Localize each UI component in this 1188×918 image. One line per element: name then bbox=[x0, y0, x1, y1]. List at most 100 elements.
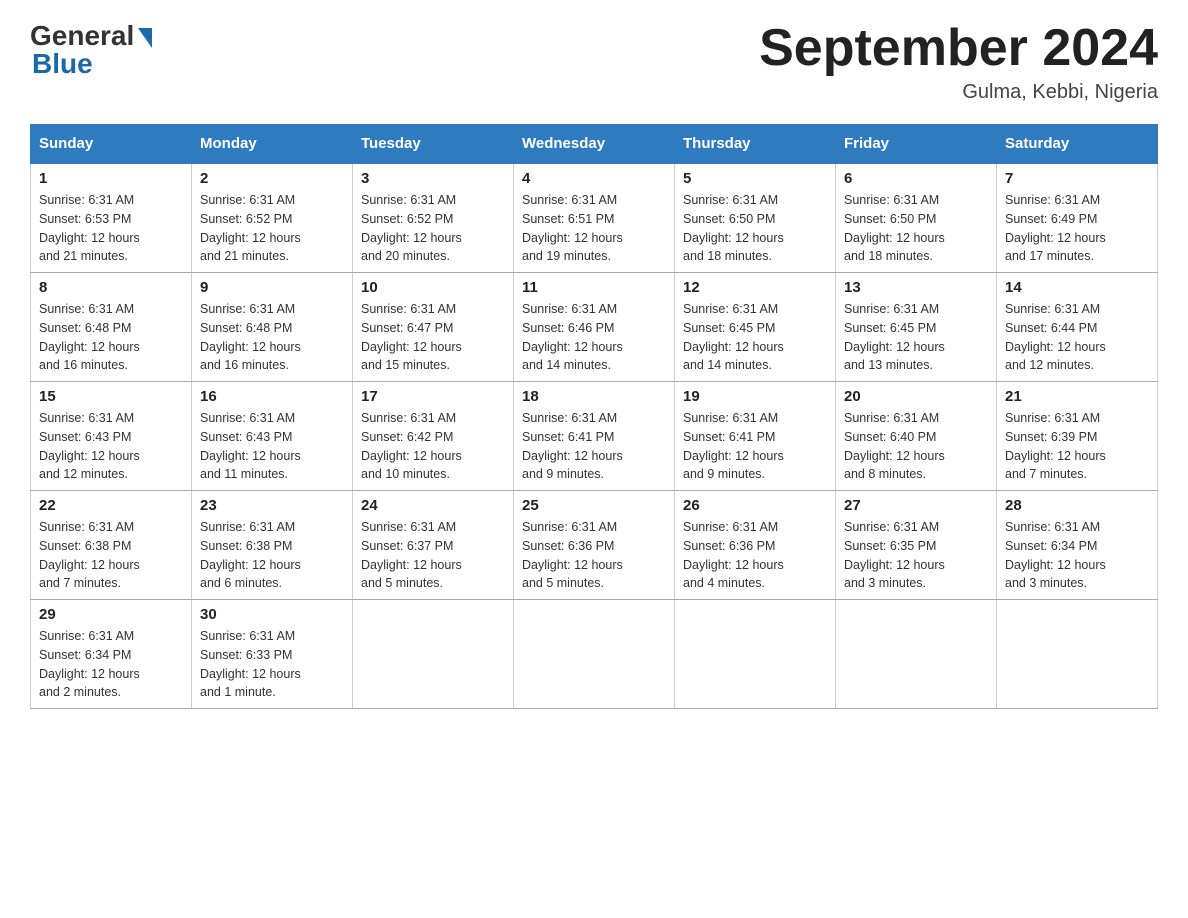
day-info: Sunrise: 6:31 AMSunset: 6:48 PMDaylight:… bbox=[200, 300, 344, 375]
day-number: 15 bbox=[39, 388, 183, 405]
day-info: Sunrise: 6:31 AMSunset: 6:50 PMDaylight:… bbox=[683, 191, 827, 266]
calendar-table: SundayMondayTuesdayWednesdayThursdayFrid… bbox=[30, 124, 1158, 709]
calendar-cell: 14Sunrise: 6:31 AMSunset: 6:44 PMDayligh… bbox=[997, 273, 1158, 382]
calendar-week-row: 29 Sunrise: 6:31 AMSunset: 6:34 PMDayligh… bbox=[31, 600, 1158, 709]
day-info: Sunrise: 6:31 AMSunset: 6:37 PMDaylight:… bbox=[361, 518, 505, 593]
day-info: Sunrise: 6:31 AMSunset: 6:39 PMDaylight:… bbox=[1005, 409, 1149, 484]
location-subtitle: Gulma, Kebbi, Nigeria bbox=[759, 81, 1158, 104]
page-header: General Blue September 2024 Gulma, Kebbi… bbox=[30, 20, 1158, 104]
day-number: 2 bbox=[200, 170, 344, 187]
weekday-header-row: SundayMondayTuesdayWednesdayThursdayFrid… bbox=[31, 125, 1158, 164]
day-number: 5 bbox=[683, 170, 827, 187]
weekday-header-saturday: Saturday bbox=[997, 125, 1158, 164]
calendar-cell: 17 Sunrise: 6:31 AMSunset: 6:42 PMDayligh… bbox=[353, 382, 514, 491]
day-info: Sunrise: 6:31 AMSunset: 6:34 PMDaylight:… bbox=[1005, 518, 1149, 593]
day-number: 16 bbox=[200, 388, 344, 405]
calendar-cell: 27 Sunrise: 6:31 AMSunset: 6:35 PMDayligh… bbox=[836, 491, 997, 600]
calendar-cell bbox=[514, 600, 675, 709]
day-info: Sunrise: 6:31 AMSunset: 6:42 PMDaylight:… bbox=[361, 409, 505, 484]
weekday-header-tuesday: Tuesday bbox=[353, 125, 514, 164]
calendar-cell: 16 Sunrise: 6:31 AMSunset: 6:43 PMDayligh… bbox=[192, 382, 353, 491]
day-info: Sunrise: 6:31 AMSunset: 6:49 PMDaylight:… bbox=[1005, 191, 1149, 266]
calendar-cell: 29 Sunrise: 6:31 AMSunset: 6:34 PMDayligh… bbox=[31, 600, 192, 709]
calendar-cell: 5 Sunrise: 6:31 AMSunset: 6:50 PMDaylight… bbox=[675, 163, 836, 273]
title-section: September 2024 Gulma, Kebbi, Nigeria bbox=[759, 20, 1158, 104]
day-number: 11 bbox=[522, 279, 666, 296]
day-info: Sunrise: 6:31 AMSunset: 6:53 PMDaylight:… bbox=[39, 191, 183, 266]
logo-blue-text: Blue bbox=[30, 48, 93, 80]
weekday-header-thursday: Thursday bbox=[675, 125, 836, 164]
calendar-cell: 19 Sunrise: 6:31 AMSunset: 6:41 PMDayligh… bbox=[675, 382, 836, 491]
day-info: Sunrise: 6:31 AMSunset: 6:41 PMDaylight:… bbox=[683, 409, 827, 484]
day-number: 27 bbox=[844, 497, 988, 514]
day-number: 25 bbox=[522, 497, 666, 514]
weekday-header-wednesday: Wednesday bbox=[514, 125, 675, 164]
day-number: 8 bbox=[39, 279, 183, 296]
day-info: Sunrise: 6:31 AMSunset: 6:38 PMDaylight:… bbox=[200, 518, 344, 593]
calendar-cell: 9 Sunrise: 6:31 AMSunset: 6:48 PMDaylight… bbox=[192, 273, 353, 382]
day-number: 29 bbox=[39, 606, 183, 623]
calendar-cell: 22 Sunrise: 6:31 AMSunset: 6:38 PMDayligh… bbox=[31, 491, 192, 600]
calendar-cell bbox=[353, 600, 514, 709]
day-number: 26 bbox=[683, 497, 827, 514]
day-number: 20 bbox=[844, 388, 988, 405]
calendar-cell: 6Sunrise: 6:31 AMSunset: 6:50 PMDaylight… bbox=[836, 163, 997, 273]
day-number: 10 bbox=[361, 279, 505, 296]
calendar-cell bbox=[997, 600, 1158, 709]
day-number: 17 bbox=[361, 388, 505, 405]
calendar-cell: 23 Sunrise: 6:31 AMSunset: 6:38 PMDayligh… bbox=[192, 491, 353, 600]
calendar-cell: 10 Sunrise: 6:31 AMSunset: 6:47 PMDayligh… bbox=[353, 273, 514, 382]
calendar-cell: 2 Sunrise: 6:31 AMSunset: 6:52 PMDaylight… bbox=[192, 163, 353, 273]
calendar-cell: 3 Sunrise: 6:31 AMSunset: 6:52 PMDaylight… bbox=[353, 163, 514, 273]
calendar-week-row: 8 Sunrise: 6:31 AMSunset: 6:48 PMDaylight… bbox=[31, 273, 1158, 382]
month-title: September 2024 bbox=[759, 20, 1158, 77]
calendar-week-row: 15 Sunrise: 6:31 AMSunset: 6:43 PMDayligh… bbox=[31, 382, 1158, 491]
day-info: Sunrise: 6:31 AMSunset: 6:45 PMDaylight:… bbox=[683, 300, 827, 375]
day-number: 1 bbox=[39, 170, 183, 187]
calendar-cell: 8 Sunrise: 6:31 AMSunset: 6:48 PMDaylight… bbox=[31, 273, 192, 382]
day-info: Sunrise: 6:31 AMSunset: 6:43 PMDaylight:… bbox=[39, 409, 183, 484]
day-info: Sunrise: 6:31 AMSunset: 6:36 PMDaylight:… bbox=[522, 518, 666, 593]
day-number: 7 bbox=[1005, 170, 1149, 187]
calendar-cell: 12 Sunrise: 6:31 AMSunset: 6:45 PMDayligh… bbox=[675, 273, 836, 382]
calendar-cell: 15 Sunrise: 6:31 AMSunset: 6:43 PMDayligh… bbox=[31, 382, 192, 491]
day-info: Sunrise: 6:31 AMSunset: 6:43 PMDaylight:… bbox=[200, 409, 344, 484]
day-number: 4 bbox=[522, 170, 666, 187]
day-info: Sunrise: 6:31 AMSunset: 6:48 PMDaylight:… bbox=[39, 300, 183, 375]
day-info: Sunrise: 6:31 AMSunset: 6:45 PMDaylight:… bbox=[844, 300, 988, 375]
day-number: 28 bbox=[1005, 497, 1149, 514]
day-info: Sunrise: 6:31 AMSunset: 6:52 PMDaylight:… bbox=[200, 191, 344, 266]
day-number: 18 bbox=[522, 388, 666, 405]
calendar-cell: 4 Sunrise: 6:31 AMSunset: 6:51 PMDaylight… bbox=[514, 163, 675, 273]
day-info: Sunrise: 6:31 AMSunset: 6:51 PMDaylight:… bbox=[522, 191, 666, 266]
day-info: Sunrise: 6:31 AMSunset: 6:47 PMDaylight:… bbox=[361, 300, 505, 375]
calendar-cell: 26 Sunrise: 6:31 AMSunset: 6:36 PMDayligh… bbox=[675, 491, 836, 600]
calendar-cell: 21 Sunrise: 6:31 AMSunset: 6:39 PMDayligh… bbox=[997, 382, 1158, 491]
calendar-cell: 18Sunrise: 6:31 AMSunset: 6:41 PMDayligh… bbox=[514, 382, 675, 491]
day-info: Sunrise: 6:31 AMSunset: 6:35 PMDaylight:… bbox=[844, 518, 988, 593]
calendar-week-row: 1 Sunrise: 6:31 AMSunset: 6:53 PMDaylight… bbox=[31, 163, 1158, 273]
day-number: 21 bbox=[1005, 388, 1149, 405]
day-number: 23 bbox=[200, 497, 344, 514]
day-number: 3 bbox=[361, 170, 505, 187]
day-info: Sunrise: 6:31 AMSunset: 6:50 PMDaylight:… bbox=[844, 191, 988, 266]
day-info: Sunrise: 6:31 AMSunset: 6:38 PMDaylight:… bbox=[39, 518, 183, 593]
calendar-cell bbox=[836, 600, 997, 709]
day-info: Sunrise: 6:31 AMSunset: 6:33 PMDaylight:… bbox=[200, 627, 344, 702]
day-info: Sunrise: 6:31 AMSunset: 6:44 PMDaylight:… bbox=[1005, 300, 1149, 375]
weekday-header-sunday: Sunday bbox=[31, 125, 192, 164]
calendar-cell: 24Sunrise: 6:31 AMSunset: 6:37 PMDayligh… bbox=[353, 491, 514, 600]
logo-arrow-icon bbox=[138, 28, 152, 48]
calendar-cell: 30Sunrise: 6:31 AMSunset: 6:33 PMDayligh… bbox=[192, 600, 353, 709]
calendar-cell: 13Sunrise: 6:31 AMSunset: 6:45 PMDayligh… bbox=[836, 273, 997, 382]
day-number: 9 bbox=[200, 279, 344, 296]
day-info: Sunrise: 6:31 AMSunset: 6:52 PMDaylight:… bbox=[361, 191, 505, 266]
weekday-header-monday: Monday bbox=[192, 125, 353, 164]
day-info: Sunrise: 6:31 AMSunset: 6:34 PMDaylight:… bbox=[39, 627, 183, 702]
calendar-cell: 1 Sunrise: 6:31 AMSunset: 6:53 PMDaylight… bbox=[31, 163, 192, 273]
day-number: 12 bbox=[683, 279, 827, 296]
day-info: Sunrise: 6:31 AMSunset: 6:46 PMDaylight:… bbox=[522, 300, 666, 375]
day-number: 22 bbox=[39, 497, 183, 514]
day-number: 19 bbox=[683, 388, 827, 405]
day-info: Sunrise: 6:31 AMSunset: 6:36 PMDaylight:… bbox=[683, 518, 827, 593]
